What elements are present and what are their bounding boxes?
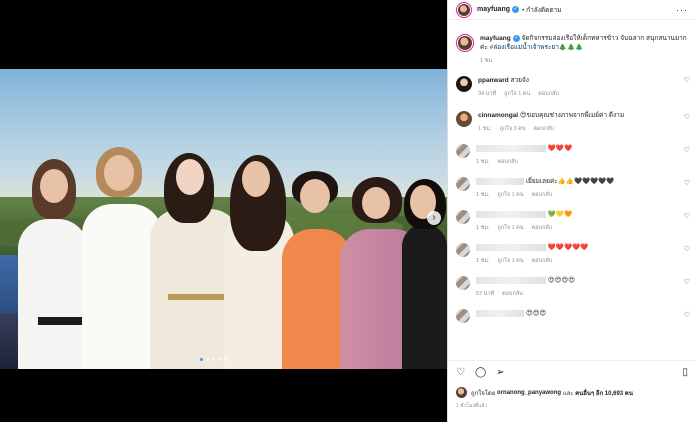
liked-by-prefix: ถูกใจโดย [471, 390, 496, 397]
caption-time: 1 ชม. [480, 58, 494, 64]
commenter-avatar-blurred[interactable] [456, 243, 470, 257]
commenter-username-blurred[interactable] [476, 177, 524, 185]
like-comment-heart-icon[interactable]: ♡ [684, 245, 690, 253]
reply-button[interactable]: ตอบกลับ [532, 257, 553, 265]
caption-emoji: 🎄🎄🎄 [558, 44, 584, 51]
reply-button[interactable]: ตอบกลับ [502, 290, 523, 298]
reply-button[interactable]: ตอบกลับ [534, 125, 555, 133]
commenter-avatar[interactable] [456, 76, 472, 92]
comment-time: 34 นาที [478, 91, 497, 97]
comment-likes[interactable]: ถูกใจ 1 คน [497, 191, 523, 199]
verified-badge-icon: ✓ [512, 34, 520, 42]
commenter-avatar-blurred[interactable] [456, 210, 470, 224]
commenter-username-blurred[interactable] [476, 276, 546, 284]
liked-by-user[interactable]: ornanong_panyawong [497, 390, 561, 396]
comment-item: ❤️❤️❤️❤️❤️ 1 ชม. ถูกใจ 1 คน ตอบกลับ ♡ [448, 241, 696, 274]
commenter-avatar-blurred[interactable] [456, 276, 470, 290]
commenter-avatar-blurred[interactable] [456, 144, 470, 158]
comment-text: 😍😍😍 [525, 310, 547, 317]
commenter-username-blurred[interactable] [476, 144, 546, 152]
comment-time: 1 ชม. [476, 159, 490, 165]
like-comment-heart-icon[interactable]: ♡ [684, 146, 690, 154]
commenter-username[interactable]: cinnamongal [478, 112, 518, 119]
next-image-arrow-icon[interactable]: › [427, 211, 441, 225]
comments-panel: mayfuang ✓ • กำลังติดตาม ··· mayfuang ✓ จ… [447, 0, 696, 422]
commenter-username-blurred[interactable] [476, 309, 524, 317]
comment-bubble-icon[interactable]: ◯ [475, 367, 486, 378]
comment-text: ❤️❤️❤️ [547, 145, 573, 152]
comment-likes[interactable]: ถูกใจ 3 คน [499, 125, 525, 133]
post-footer: ♡ ◯ ➢ ▯ ถูกใจโดย ornanong_panyawong และ … [448, 360, 696, 422]
comment-item: cinnamongal 😍ขอบคุณช่างภาพจากพี่เมย์ค่า … [448, 109, 696, 142]
like-comment-heart-icon[interactable]: ♡ [684, 179, 690, 187]
author-username[interactable]: mayfuang [477, 6, 510, 13]
caption-username[interactable]: mayfuang [480, 35, 511, 42]
reply-button[interactable]: ตอบกลับ [532, 191, 553, 199]
commenter-username-blurred[interactable] [476, 210, 546, 218]
comment-time: 1 ชม. [478, 126, 492, 132]
comment-text: 💚💛🧡 [547, 211, 573, 218]
commenter-avatar[interactable] [456, 111, 472, 127]
action-bar: ♡ ◯ ➢ ▯ [456, 365, 688, 379]
comment-text: 😍ขอบคุณช่างภาพจากพี่เมย์ค่า ดีงาม [519, 112, 625, 119]
caption-hashtag[interactable]: #ล่องเรือแม่น้ำเจ้าพระยา [490, 44, 559, 51]
comment-text: 😍😍😍😍 [547, 277, 575, 284]
liker-avatar[interactable] [456, 387, 467, 398]
caption-avatar[interactable] [456, 34, 474, 52]
more-options-icon[interactable]: ··· [676, 5, 688, 15]
comment-likes[interactable]: ถูกใจ 1 คน [504, 90, 530, 98]
save-bookmark-icon[interactable]: ▯ [682, 367, 688, 378]
carousel-dots [200, 358, 227, 361]
post-photo[interactable]: › [0, 69, 447, 369]
comment-time: 57 นาที [476, 291, 495, 297]
like-comment-heart-icon[interactable]: ♡ [684, 212, 690, 220]
comment-item: 😍😍😍😍 57 นาที ตอบกลับ ♡ [448, 274, 696, 307]
reply-button[interactable]: ตอบกลับ [532, 224, 553, 232]
comment-item: 💚💛🧡 1 ชม. ถูกใจ 1 คน ตอบกลับ ♡ [448, 208, 696, 241]
comment-time: 1 ชม. [476, 258, 490, 264]
liked-by-and: และ [562, 390, 574, 397]
comment-time: 1 ชม. [476, 192, 490, 198]
comment-text: เยี่ยมเลยค่ะ👍👍🖤🖤🖤🖤🖤 [525, 178, 615, 185]
post-header: mayfuang ✓ • กำลังติดตาม ··· [448, 0, 696, 20]
comment-likes[interactable]: ถูกใจ 1 คน [497, 224, 523, 232]
post-time: 1 ชั่วโมงที่แล้ว [456, 403, 488, 409]
follow-status[interactable]: • กำลังติดตาม [522, 5, 561, 15]
like-heart-icon[interactable]: ♡ [456, 367, 465, 378]
author-avatar[interactable] [456, 1, 472, 18]
comment-text: ❤️❤️❤️❤️❤️ [547, 244, 589, 251]
comment-item: เยี่ยมเลยค่ะ👍👍🖤🖤🖤🖤🖤 1 ชม. ถูกใจ 1 คน ตอบกล… [448, 175, 696, 208]
commenter-avatar-blurred[interactable] [456, 177, 470, 191]
commenter-username[interactable]: ppanward [478, 77, 509, 84]
reply-button[interactable]: ตอบกลับ [497, 158, 518, 166]
share-paper-plane-icon[interactable]: ➢ [496, 367, 504, 378]
comment-item: ❤️❤️❤️ 1 ชม. ตอบกลับ ♡ [448, 142, 696, 175]
comment-item: 😍😍😍 ♡ [448, 307, 696, 331]
like-comment-heart-icon[interactable]: ♡ [684, 311, 690, 319]
verified-badge-icon: ✓ [512, 6, 520, 13]
liked-by: ถูกใจโดย ornanong_panyawong และ คนอื่นๆ … [456, 387, 688, 398]
liked-by-others[interactable]: คนอื่นๆ อีก 10,693 คน [575, 388, 633, 398]
like-comment-heart-icon[interactable]: ♡ [684, 76, 690, 84]
comment-list[interactable]: mayfuang ✓ จัดกิจกรรมล่องเรือให้เด็กทหารข… [448, 22, 696, 360]
like-comment-heart-icon[interactable]: ♡ [684, 113, 690, 121]
comment-item: ppanward สวยจัง 34 นาที ถูกใจ 1 คน ตอบกลับ… [448, 72, 696, 109]
caption: mayfuang ✓ จัดกิจกรรมล่องเรือให้เด็กทหารข… [448, 22, 696, 72]
comment-time: 1 ชม. [476, 225, 490, 231]
comment-likes[interactable]: ถูกใจ 1 คน [497, 257, 523, 265]
reply-button[interactable]: ตอบกลับ [538, 90, 559, 98]
comment-text: สวยจัง [510, 77, 529, 84]
like-comment-heart-icon[interactable]: ♡ [684, 278, 690, 286]
commenter-avatar-blurred[interactable] [456, 309, 470, 323]
commenter-username-blurred[interactable] [476, 243, 546, 251]
post-viewer: › mayfuang ✓ • กำลังติดตาม ··· mayfuang ✓… [0, 0, 696, 422]
